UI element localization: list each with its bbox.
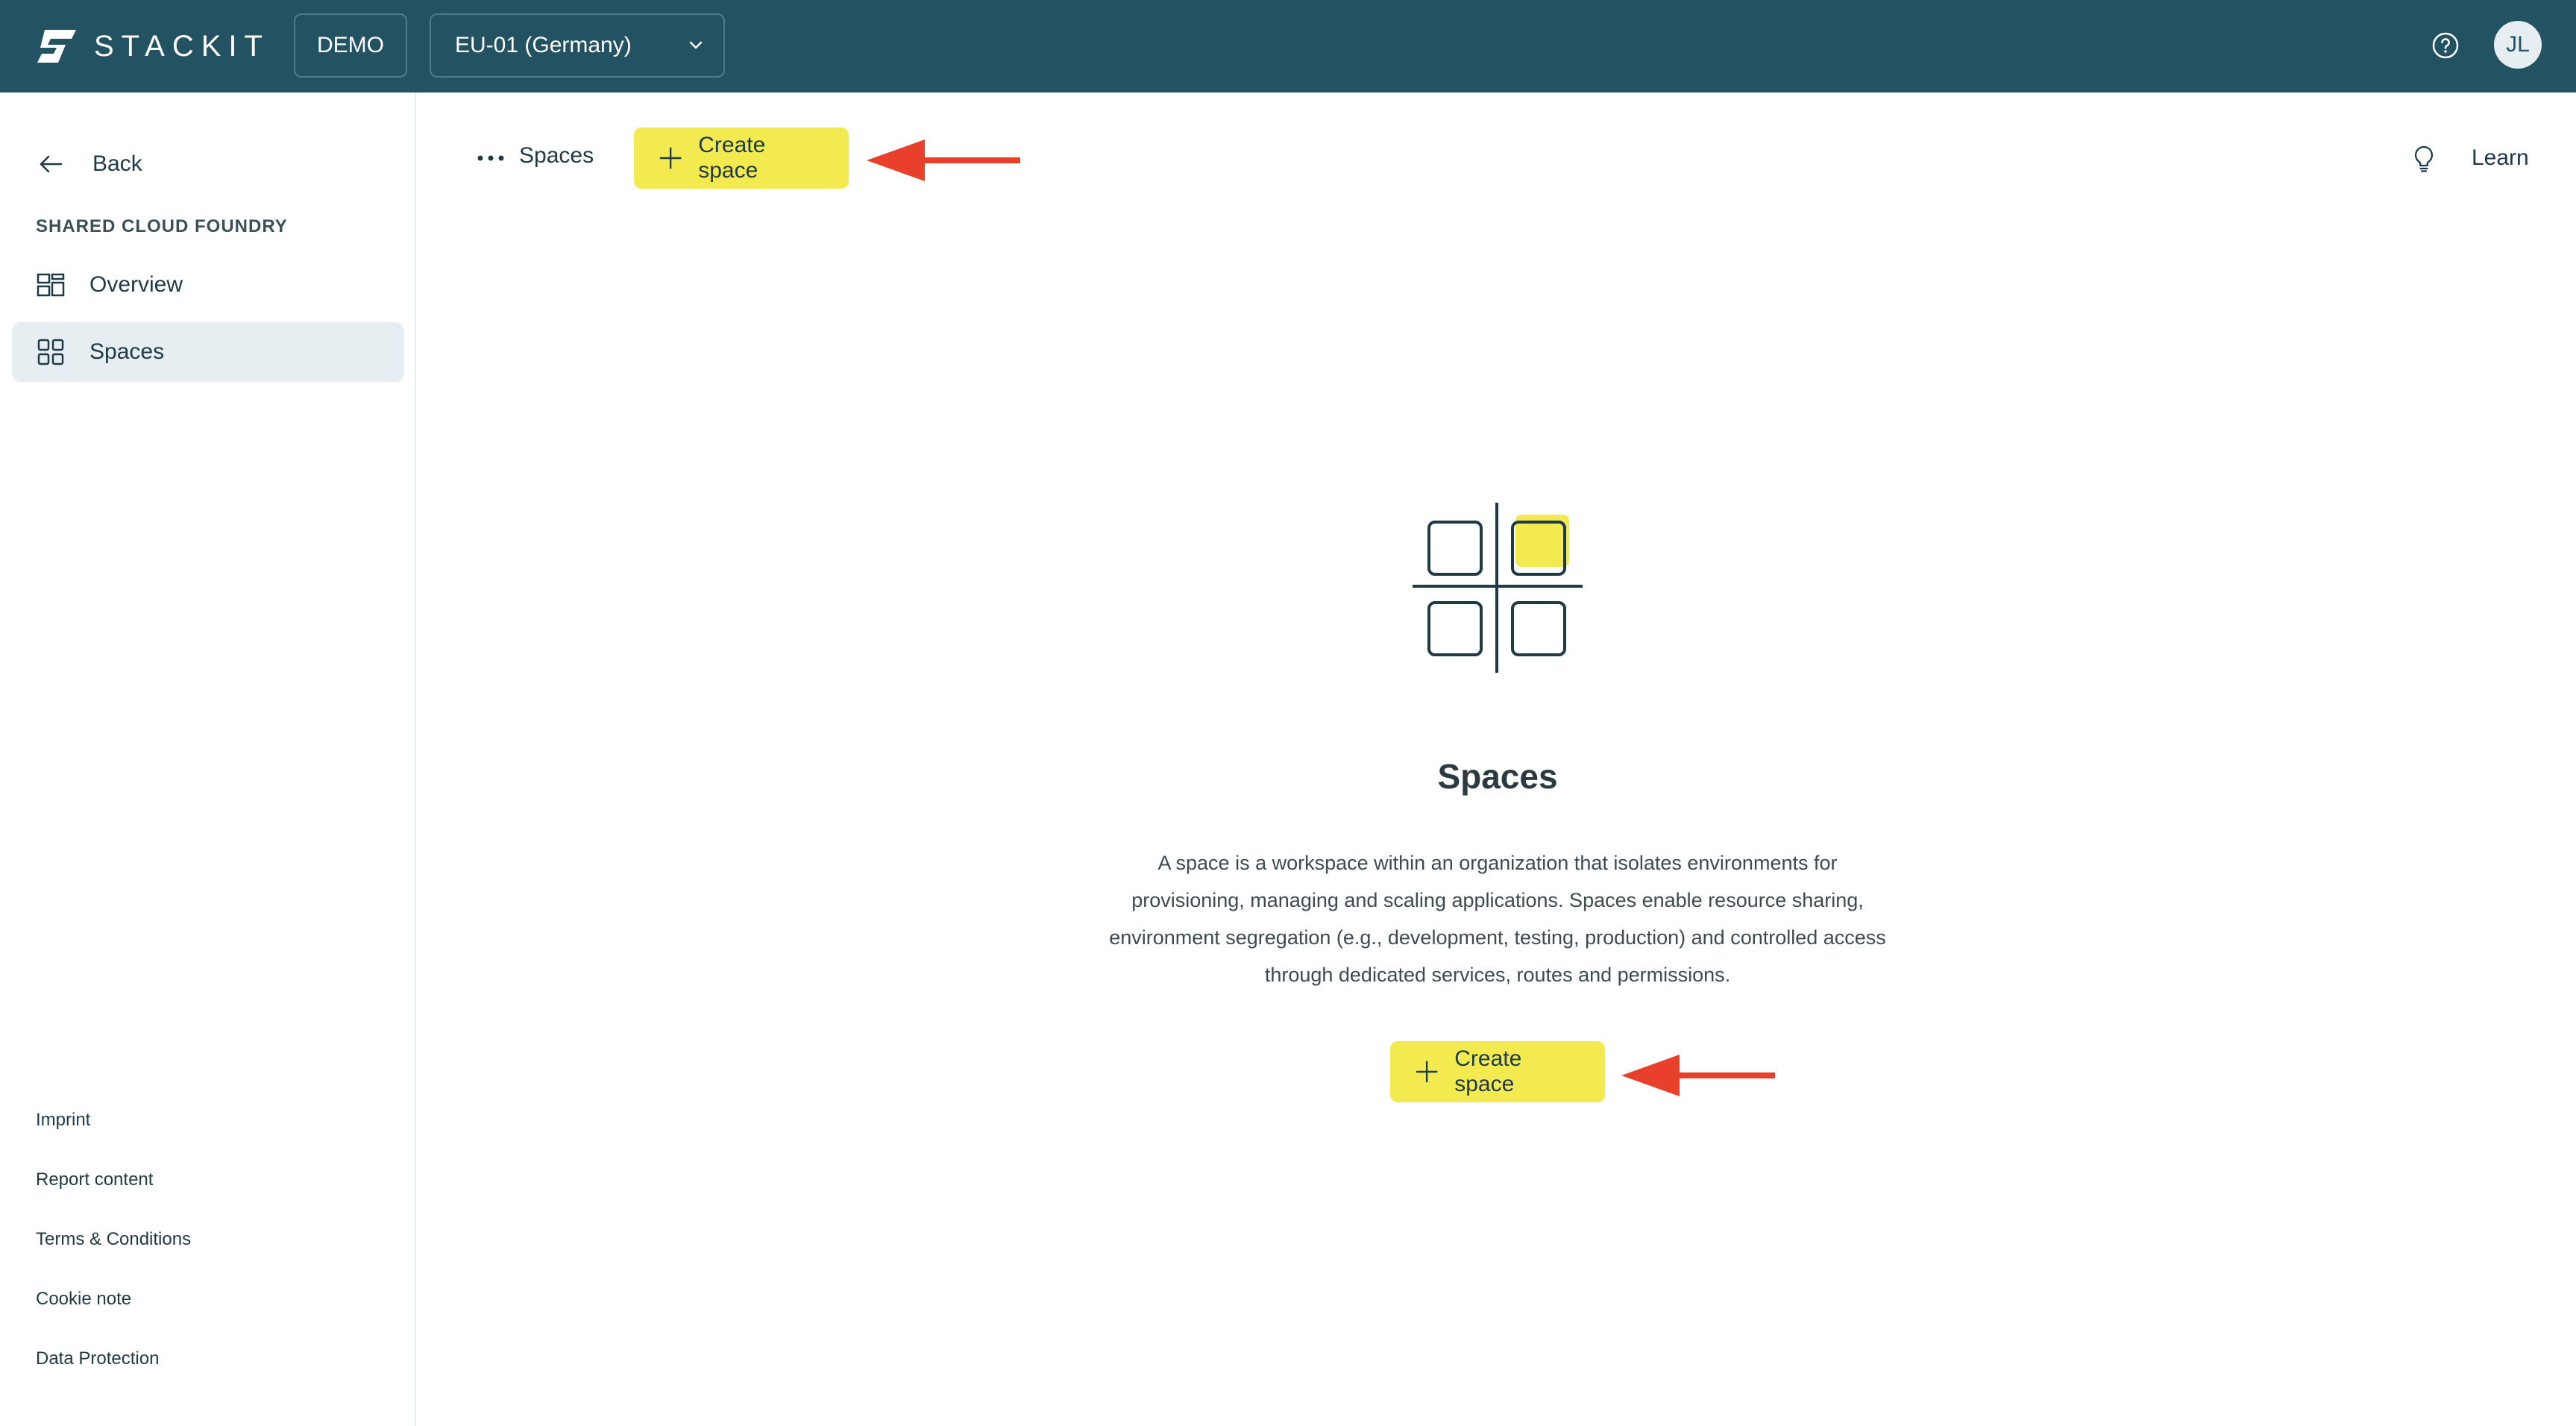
sidebar-item-label: Spaces <box>89 339 165 364</box>
empty-state-create-space-button[interactable]: Create space <box>1390 1041 1605 1102</box>
footer-link-data-protection[interactable]: Data Protection <box>36 1348 159 1369</box>
back-label: Back <box>92 151 142 176</box>
sidebar-item-spaces[interactable]: Spaces <box>12 322 404 382</box>
footer-link-cookie-note[interactable]: Cookie note <box>36 1289 131 1310</box>
learn-link[interactable]: Learn <box>2409 140 2529 176</box>
brand-name: STACKIT <box>94 29 270 63</box>
stackit-logo-icon <box>37 30 76 63</box>
sidebar-item-overview[interactable]: Overview <box>12 255 404 315</box>
footer-link-report-content[interactable]: Report content <box>36 1169 153 1190</box>
top-bar: STACKIT DEMO EU-01 (Germany) JL <box>0 0 2576 92</box>
environment-button[interactable]: DEMO <box>294 13 407 78</box>
create-space-label: Create space <box>698 133 766 183</box>
sidebar-section-label: SHARED CLOUD FOUNDRY <box>36 216 288 236</box>
region-select[interactable]: EU-01 (Germany) <box>430 13 725 78</box>
overview-grid-icon <box>37 273 65 297</box>
empty-state-title: Spaces <box>1437 757 1558 796</box>
create-space-button[interactable]: Create space <box>634 128 849 189</box>
spaces-grid-icon <box>37 339 64 365</box>
footer-link-imprint[interactable]: Imprint <box>36 1110 90 1131</box>
annotation-arrow-icon <box>1621 1055 1775 1096</box>
brand-logo[interactable]: STACKIT <box>36 25 270 67</box>
learn-label: Learn <box>2472 145 2529 170</box>
plus-icon <box>1416 1061 1438 1083</box>
breadcrumb-spaces[interactable]: Spaces <box>519 143 594 169</box>
empty-state-description: A space is a workspace within an organiz… <box>1109 852 1886 986</box>
create-space-label: Create space <box>1454 1046 1522 1096</box>
more-dots-icon[interactable] <box>474 149 507 167</box>
user-avatar[interactable]: JL <box>2494 21 2542 69</box>
spaces-illustration-icon <box>1413 503 1583 673</box>
chevron-down-icon <box>689 41 703 49</box>
sidebar-item-label: Overview <box>89 272 183 297</box>
arrow-left-icon <box>40 155 63 173</box>
lightbulb-icon <box>2414 145 2434 172</box>
sidebar: Back SHARED CLOUD FOUNDRY Overview Space… <box>0 92 416 1426</box>
help-icon[interactable] <box>2428 28 2463 63</box>
back-link[interactable]: Back <box>36 142 142 186</box>
region-value: EU-01 (Germany) <box>455 33 632 57</box>
annotation-arrow-icon <box>867 139 1020 181</box>
footer-link-terms[interactable]: Terms & Conditions <box>36 1229 191 1250</box>
plus-icon <box>659 147 682 169</box>
